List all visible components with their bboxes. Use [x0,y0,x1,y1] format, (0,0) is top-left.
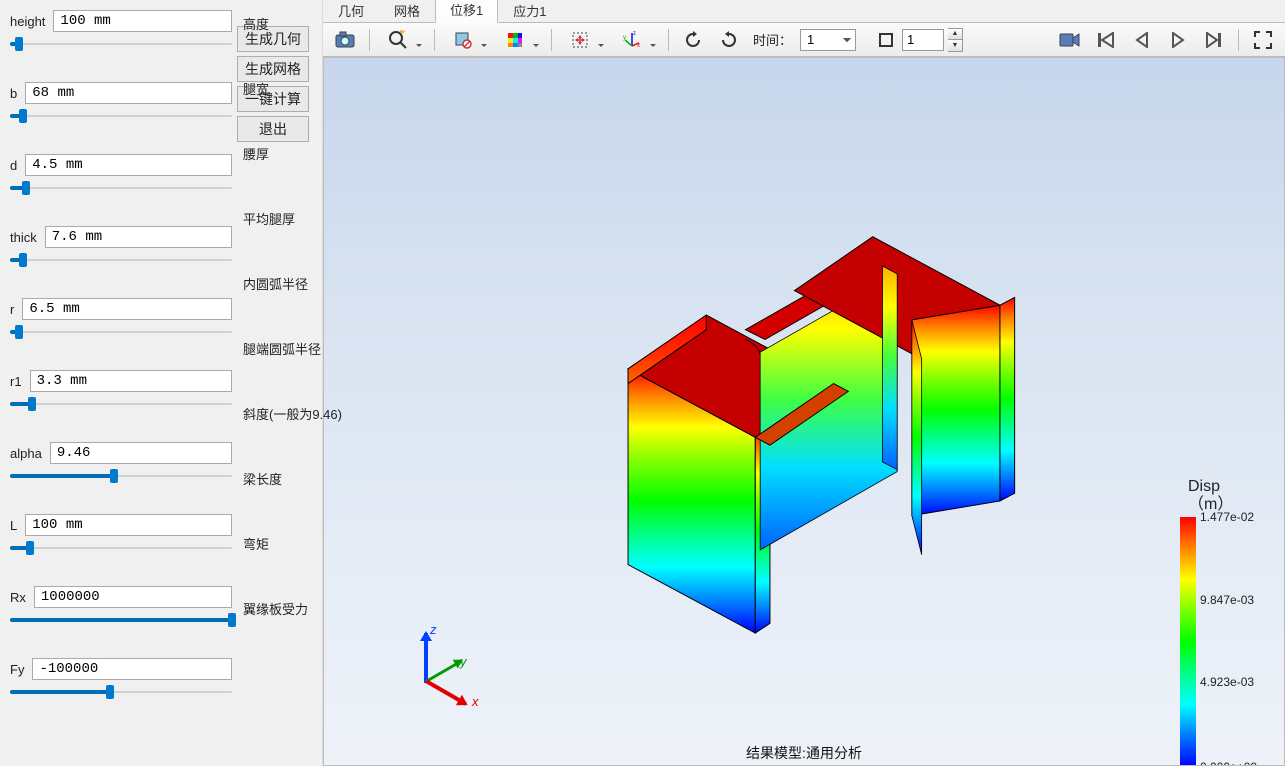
param-r-input[interactable] [22,298,232,320]
tab-0[interactable]: 几何 [323,0,379,23]
param-Rx-input[interactable] [34,586,232,608]
param-r1-input[interactable] [30,370,232,392]
param-Fy-slider[interactable] [10,682,232,702]
param-alpha-input[interactable] [50,442,232,464]
param-thick-label: thick [10,230,39,245]
param-b-label: b [10,86,19,101]
svg-text:z: z [633,31,636,37]
parameter-panel: height b d [0,0,237,766]
legend-tick: 4.923e-03 [1200,675,1254,689]
param-alpha-label: alpha [10,446,44,461]
param-thick-slider[interactable] [10,250,232,270]
prev-frame-icon[interactable] [1126,25,1158,55]
tab-3[interactable]: 应力1 [498,0,561,23]
axis-orientation-icon[interactable]: z y x [612,25,660,55]
stop-icon[interactable] [874,25,898,55]
param-alpha-desc: 斜度(一般为9.46) [243,404,342,423]
param-Rx-label: Rx [10,590,28,605]
frame-spinner[interactable]: ▲ ▼ [948,28,963,52]
param-Rx-desc: 弯矩 [243,534,269,553]
param-d-label: d [10,158,19,173]
param-Fy-input[interactable] [32,658,232,680]
param-thick-input[interactable] [45,226,232,248]
exit-button[interactable]: 退出 [237,116,309,142]
param-Rx-slider[interactable] [10,610,232,630]
legend-tick: 9.847e-03 [1200,593,1254,607]
param-height-slider[interactable] [10,34,232,54]
3d-viewport[interactable]: z y x Disp （m） 1.477e-029.847e-034.923e-… [323,57,1285,766]
rotate-ccw-icon[interactable] [677,25,709,55]
param-r-desc: 内圆弧半径 [243,274,308,293]
param-r-slider[interactable] [10,322,232,342]
zoom-icon[interactable] [378,25,426,55]
fullscreen-icon[interactable] [1247,25,1279,55]
color-legend: Disp （m） 1.477e-029.847e-034.923e-030.00… [1180,478,1270,766]
time-label: 时间： [749,30,796,49]
param-b-input[interactable] [25,82,232,104]
record-icon[interactable] [1054,25,1086,55]
result-model-label: 结果模型:通用分析 [746,743,862,763]
legend-title: Disp [1188,478,1220,495]
viewport-toolbar: z y x 时间： 1 ▲ ▼ [323,23,1285,57]
param-height-desc: 高度 [243,14,269,33]
param-height-input[interactable] [53,10,232,32]
tab-2[interactable]: 位移1 [435,0,498,23]
spinner-down-icon[interactable]: ▼ [948,40,962,51]
time-select[interactable]: 1 [800,29,856,51]
result-model [584,178,1044,638]
legend-colorbar [1180,517,1196,766]
param-L-slider[interactable] [10,538,232,558]
rotate-cw-icon[interactable] [713,25,745,55]
svg-text:x: x [637,43,640,49]
param-height-label: height [10,14,47,29]
screenshot-icon[interactable] [329,25,361,55]
param-thick-desc: 平均腿厚 [243,209,295,228]
param-r1-slider[interactable] [10,394,232,414]
selection-mode-icon[interactable] [443,25,491,55]
color-cube-icon[interactable] [495,25,543,55]
axis-triad: z y x [400,615,490,705]
frame-input[interactable] [902,29,944,51]
fit-view-icon[interactable] [560,25,608,55]
param-r1-label: r1 [10,374,24,389]
param-L-input[interactable] [25,514,232,536]
param-alpha-slider[interactable] [10,466,232,486]
play-icon[interactable] [1162,25,1194,55]
action-buttons: 生成几何 生成网格 一键计算 退出 [237,0,322,766]
legend-tick: 1.477e-02 [1200,510,1254,524]
param-b-desc: 腿宽 [243,79,269,98]
param-L-label: L [10,518,19,533]
spinner-up-icon[interactable]: ▲ [948,29,962,41]
tab-1[interactable]: 网格 [379,0,435,23]
param-r1-desc: 腿端圆弧半径 [243,339,321,358]
next-frame-icon[interactable] [1198,25,1230,55]
first-frame-icon[interactable] [1090,25,1122,55]
param-r-label: r [10,302,16,317]
param-d-slider[interactable] [10,178,232,198]
param-L-desc: 梁长度 [243,469,282,488]
param-b-slider[interactable] [10,106,232,126]
svg-text:y: y [623,35,626,41]
param-d-desc: 腰厚 [243,144,269,163]
legend-tick: 0.000e+00 [1200,760,1257,766]
results-area: 几何网格位移1应力1 [322,0,1285,766]
tab-bar: 几何网格位移1应力1 [323,0,1285,23]
param-Fy-label: Fy [10,662,26,677]
param-Fy-desc: 翼缘板受力 [243,599,308,618]
param-d-input[interactable] [25,154,232,176]
